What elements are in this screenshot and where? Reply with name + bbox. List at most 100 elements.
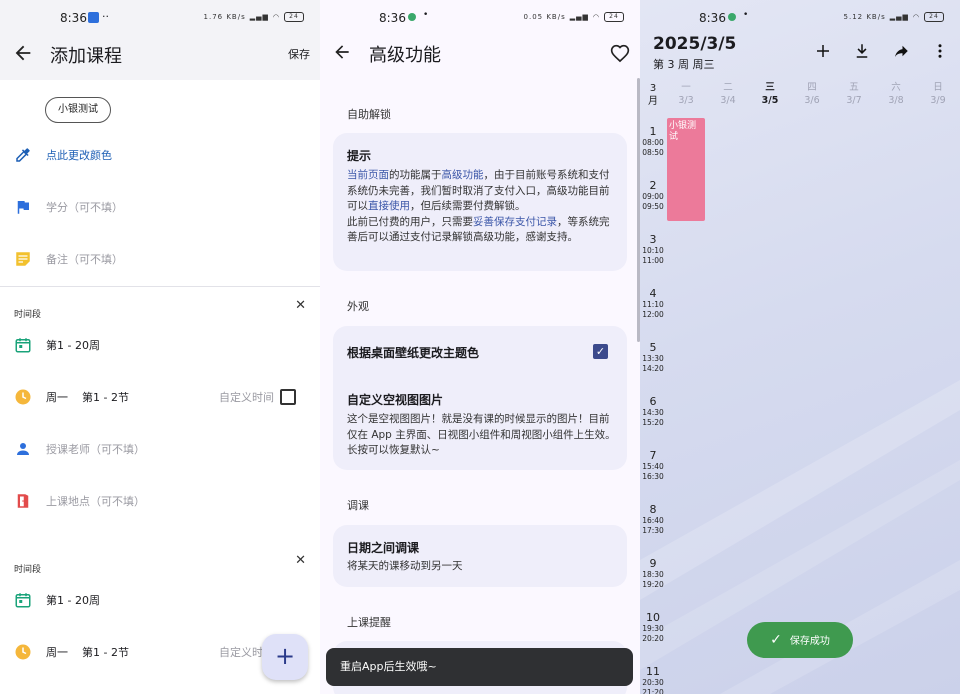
period-end-time: 19:20 bbox=[642, 580, 664, 589]
download-icon[interactable] bbox=[853, 42, 871, 60]
signal-icon: ▂▄▆ bbox=[569, 13, 589, 21]
app-notification-icon bbox=[728, 13, 736, 21]
more-vert-icon[interactable] bbox=[931, 42, 949, 60]
teacher-input[interactable]: 授课老师（可不填） bbox=[46, 441, 145, 457]
tip-text-part: ，但后续需要付费解锁。 bbox=[410, 200, 526, 212]
day-column-header[interactable]: 一 3/3 bbox=[669, 81, 703, 107]
save-button[interactable]: 保存 bbox=[288, 46, 310, 62]
back-arrow-icon[interactable] bbox=[332, 42, 352, 62]
add-course-screen: 8:36 ·· 1.76 KB/s ▂▄▆ ◠ 24 添加课程 保存 小银测试 … bbox=[0, 0, 320, 694]
teacher-row[interactable]: 授课老师（可不填） bbox=[0, 434, 320, 464]
period-start-time: 11:10 bbox=[642, 300, 664, 309]
group-title-adjust: 调课 bbox=[347, 499, 369, 512]
tip-text-part: 此前已付费的用户，只需要 bbox=[347, 215, 473, 228]
lessons-label: 第1 - 2节 bbox=[82, 646, 129, 659]
door-icon bbox=[17, 494, 29, 508]
weekday-date: 3/8 bbox=[888, 95, 904, 106]
note-row[interactable]: 备注（可不填） bbox=[0, 244, 320, 274]
tip-text: 当前页面的功能属于高级功能，由于目前账号系统和支付系统仍未完善，我们暂时取消了支… bbox=[347, 168, 613, 246]
weekday-name: 三 bbox=[765, 82, 775, 93]
color-row[interactable]: 点此更改颜色 bbox=[0, 140, 320, 170]
custom-time-checkbox[interactable] bbox=[280, 389, 296, 405]
credit-input[interactable]: 学分（可不填） bbox=[46, 199, 123, 215]
app-bar: 添加课程 保存 bbox=[0, 36, 320, 80]
period-start-time: 08:00 bbox=[642, 138, 664, 147]
day-column-header[interactable]: 二 3/4 bbox=[711, 81, 745, 107]
current-date: 2025/3/5 bbox=[653, 34, 737, 54]
day-column-header[interactable]: 日 3/9 bbox=[921, 81, 955, 107]
day-column-header[interactable]: 五 3/7 bbox=[837, 81, 871, 107]
credit-row[interactable]: 学分（可不填） bbox=[0, 192, 320, 222]
weekday-date: 3/4 bbox=[720, 95, 736, 106]
share-icon[interactable] bbox=[892, 42, 910, 60]
status-time: 8:36 bbox=[699, 11, 726, 25]
battery-icon: 24 bbox=[924, 12, 944, 22]
add-icon[interactable] bbox=[814, 42, 832, 60]
weekday-name: 日 bbox=[933, 82, 943, 93]
month-number: 3 bbox=[649, 83, 657, 94]
weeks-row[interactable]: 第1 - 20周 bbox=[0, 330, 320, 360]
period-number: 3 bbox=[649, 233, 657, 246]
period-number: 9 bbox=[649, 557, 657, 570]
theme-from-wallpaper-label[interactable]: 根据桌面壁纸更改主题色 bbox=[347, 344, 479, 361]
tip-title: 提示 bbox=[347, 149, 372, 163]
advanced-features-screen: 8:36 • 0.05 KB/s ▂▄▆ ◠ 24 高级功能 自助解锁 提示 当… bbox=[320, 0, 640, 694]
status-bar: 8:36 ·· 1.76 KB/s ▂▄▆ ◠ 24 bbox=[0, 0, 320, 36]
save-success-label: 保存成功 bbox=[789, 636, 830, 647]
group-title-unlock: 自助解锁 bbox=[347, 108, 391, 121]
period-cell: 1 08:00 08:50 bbox=[640, 125, 666, 158]
app-notification-icon bbox=[88, 12, 99, 23]
back-arrow-icon[interactable] bbox=[12, 42, 34, 64]
swap-day-card[interactable]: 日期之间调课 将某天的课移动到另一天 bbox=[333, 525, 627, 587]
period-start-time: 16:40 bbox=[642, 516, 664, 525]
period-end-time: 09:50 bbox=[642, 202, 664, 211]
heart-icon[interactable] bbox=[610, 44, 630, 64]
weekday-date: 3/6 bbox=[804, 95, 820, 106]
lessons-label: 第1 - 2节 bbox=[82, 391, 129, 404]
period-end-time: 17:30 bbox=[642, 526, 664, 535]
divider bbox=[0, 286, 320, 287]
signal-icon: ▂▄▆ bbox=[889, 13, 909, 21]
period-start-time: 15:40 bbox=[642, 462, 664, 471]
period-cell: 8 16:40 17:30 bbox=[640, 503, 666, 536]
battery-icon: 24 bbox=[284, 12, 304, 22]
room-row[interactable]: 上课地点（可不填） bbox=[0, 486, 320, 516]
add-time-section-fab[interactable]: + bbox=[262, 634, 308, 680]
remove-time-section-button[interactable]: ✕ bbox=[295, 553, 306, 568]
course-name-chip[interactable]: 小银测试 bbox=[45, 97, 111, 123]
weekday-date: 3/7 bbox=[846, 95, 862, 106]
empty-view-image-title[interactable]: 自定义空视图图片 bbox=[347, 391, 443, 408]
period-number: 8 bbox=[649, 503, 657, 516]
flag-icon bbox=[17, 201, 29, 214]
day-column-header[interactable]: 四 3/6 bbox=[795, 81, 829, 107]
status-time: 8:36 bbox=[60, 11, 87, 25]
color-label: 点此更改颜色 bbox=[46, 149, 112, 162]
theme-from-wallpaper-checkbox[interactable]: ✓ bbox=[593, 344, 608, 359]
note-input[interactable]: 备注（可不填） bbox=[46, 251, 123, 267]
period-end-time: 20:20 bbox=[642, 634, 664, 643]
net-speed: 0.05 KB/s bbox=[523, 13, 566, 21]
weekday-name: 五 bbox=[849, 82, 859, 93]
wifi-icon: ◠ bbox=[272, 13, 280, 21]
remove-time-section-button[interactable]: ✕ bbox=[295, 298, 306, 313]
day-column-header[interactable]: 三 3/5 bbox=[753, 81, 787, 107]
person-icon bbox=[17, 443, 29, 455]
room-input[interactable]: 上课地点（可不填） bbox=[46, 493, 145, 509]
tip-text-part: 的功能属于 bbox=[389, 169, 442, 181]
schedule-screen: 8:36 • 5.12 KB/s ▂▄▆ ◠ 24 2025/3/5 第 3 周… bbox=[640, 0, 960, 694]
weekday-date: 3/5 bbox=[761, 95, 779, 106]
lesson-time-row[interactable]: 周一 第1 - 2节 自定义时间 bbox=[0, 382, 320, 412]
period-end-time: 14:20 bbox=[642, 364, 664, 373]
weekday-name: 六 bbox=[891, 82, 901, 93]
period-start-time: 19:30 bbox=[642, 624, 664, 633]
clock-icon bbox=[15, 389, 31, 405]
day-column-header[interactable]: 六 3/8 bbox=[879, 81, 913, 107]
period-cell: 6 14:30 15:20 bbox=[640, 395, 666, 428]
weeks-row[interactable]: 第1 - 20周 bbox=[0, 585, 320, 615]
net-speed: 5.12 KB/s bbox=[843, 13, 886, 21]
period-cell: 5 13:30 14:20 bbox=[640, 341, 666, 374]
course-block[interactable]: 小银测试 bbox=[667, 118, 705, 221]
time-section-title: 时间段 bbox=[14, 310, 42, 320]
period-end-time: 16:30 bbox=[642, 472, 664, 481]
weekday-label: 周一 bbox=[46, 391, 68, 404]
